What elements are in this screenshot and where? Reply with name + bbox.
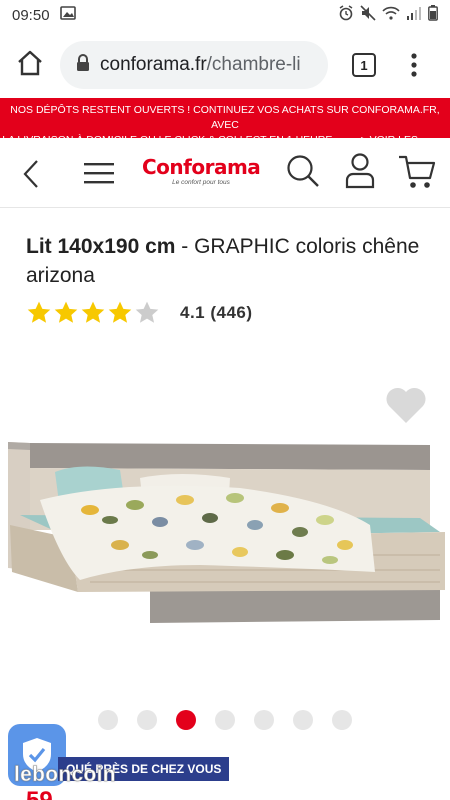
star-icon (108, 301, 132, 323)
search-icon[interactable] (286, 154, 320, 193)
carousel-dot[interactable] (98, 710, 118, 730)
carousel-dot[interactable] (137, 710, 157, 730)
product-title-strong: Lit 140x190 cm (26, 235, 176, 258)
logo-tagline: Le confort pour tous (172, 179, 230, 186)
star-icon (54, 301, 78, 323)
browser-toolbar: conforama.fr/chambre-li 1 (0, 30, 450, 98)
back-chevron-icon[interactable] (22, 159, 40, 194)
url-text: conforama.fr/chambre-li (100, 54, 301, 76)
battery-icon (428, 4, 438, 26)
carousel-dot[interactable] (332, 710, 352, 730)
price-peek: 59 (26, 790, 53, 800)
wifi-icon (382, 6, 400, 25)
gallery-notification-icon (59, 5, 76, 25)
star-icon (135, 301, 159, 323)
tab-switcher-button[interactable]: 1 (352, 53, 376, 77)
star-icon (81, 301, 105, 323)
logo-name: Conforama (142, 155, 261, 179)
conforama-logo[interactable]: Conforama Le confort pour tous (142, 155, 261, 186)
home-icon[interactable] (16, 50, 44, 81)
carousel-dot[interactable] (254, 710, 274, 730)
carousel-dot[interactable] (215, 710, 235, 730)
promo-banner: NOS DÉPÔTS RESTENT OUVERTS ! CONTINUEZ V… (0, 98, 450, 161)
alarm-icon (338, 4, 354, 26)
menu-icon[interactable] (84, 162, 114, 189)
product-image[interactable] (0, 360, 450, 690)
leboncoin-watermark: leboncoin (14, 763, 116, 787)
mute-icon (360, 4, 376, 26)
carousel-dot[interactable] (176, 710, 196, 730)
carousel-dot[interactable] (293, 710, 313, 730)
signal-icon (406, 6, 422, 25)
cart-icon[interactable] (398, 154, 436, 195)
product-rating[interactable]: 4.1 (446) (26, 298, 253, 328)
site-header: Conforama Le confort pour tous (0, 138, 450, 208)
star-icon (27, 301, 51, 323)
address-bar[interactable]: conforama.fr/chambre-li (60, 41, 328, 89)
image-carousel-dots (98, 710, 352, 730)
more-options-icon[interactable] (410, 52, 418, 83)
account-icon[interactable] (345, 153, 375, 194)
status-bar: 09:50 (0, 0, 450, 30)
rating-stars (26, 300, 160, 326)
product-title: Lit 140x190 cm - GRAPHIC coloris chêne a… (26, 232, 426, 290)
lock-icon (76, 53, 90, 77)
status-time: 09:50 (12, 6, 50, 24)
rating-value: 4.1 (446) (180, 303, 253, 322)
url-domain: conforama.fr (100, 54, 207, 75)
url-path: /chambre-li (206, 54, 301, 75)
promo-line1: NOS DÉPÔTS RESTENT OUVERTS ! CONTINUEZ V… (10, 104, 440, 131)
